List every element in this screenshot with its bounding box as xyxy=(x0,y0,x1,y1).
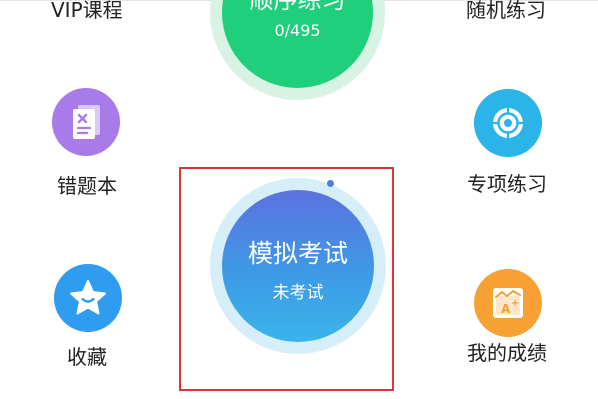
mistake-notebook-label: 错题本 xyxy=(57,174,117,198)
star-icon[interactable] xyxy=(54,264,122,332)
mock-exam-status: 未考试 xyxy=(272,283,324,303)
svg-text:+: + xyxy=(511,298,519,309)
special-practice-label: 专项练习 xyxy=(467,172,547,196)
random-practice-label[interactable]: 随机练习 xyxy=(466,0,546,20)
target-icon[interactable] xyxy=(474,89,542,157)
vip-course-label[interactable]: VIP课程 xyxy=(51,0,123,20)
svg-text:A: A xyxy=(501,302,511,316)
sequential-practice-title: 顺序练习 xyxy=(249,0,346,14)
favorites-label: 收藏 xyxy=(67,345,107,369)
mock-exam-title: 模拟考试 xyxy=(247,239,348,268)
progress-dot xyxy=(327,180,334,187)
my-scores-label: 我的成绩 xyxy=(467,341,547,365)
sequential-practice-count: 0/495 xyxy=(274,21,321,40)
grade-card-icon[interactable]: A + xyxy=(474,269,542,337)
mistake-notebook-icon[interactable] xyxy=(52,88,120,156)
